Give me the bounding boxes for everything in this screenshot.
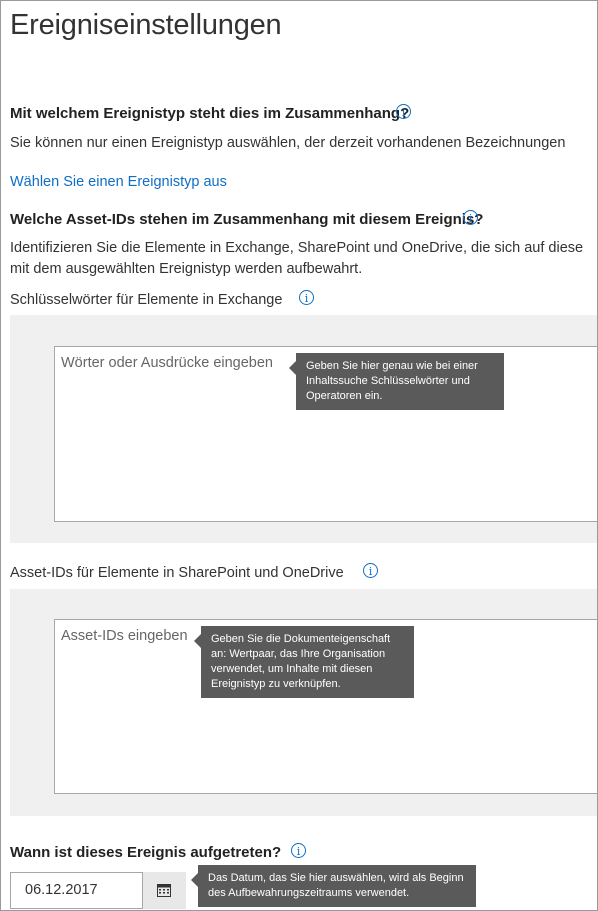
exchange-keywords-label: Schlüsselwörter für Elemente in Exchange <box>10 292 283 308</box>
calendar-button[interactable] <box>143 872 186 909</box>
info-icon[interactable]: i <box>463 210 478 225</box>
info-icon[interactable]: i <box>396 104 411 119</box>
calendar-icon <box>157 884 171 897</box>
event-date-tooltip: Das Datum, das Sie hier auswählen, wird … <box>191 865 476 907</box>
exchange-keywords-placeholder: Wörter oder Ausdrücke eingeben <box>61 355 273 371</box>
info-icon[interactable]: i <box>299 290 314 305</box>
event-date-question: Wann ist dieses Ereignis aufgetreten? <box>10 844 282 861</box>
sharepoint-asset-ids-label: Asset-IDs für Elemente in SharePoint und… <box>10 565 344 581</box>
sharepoint-asset-ids-tooltip: Geben Sie die Dokumenteigenschaft an: We… <box>194 626 414 698</box>
info-icon[interactable]: i <box>363 563 378 578</box>
event-date-input[interactable]: 06.12.2017 <box>10 872 143 909</box>
exchange-keywords-tooltip: Geben Sie hier genau wie bei einer Inhal… <box>289 353 504 410</box>
choose-event-type-link[interactable]: Wählen Sie einen Ereignistyp aus <box>10 174 227 190</box>
event-type-question: Mit welchem Ereignistyp steht dies im Zu… <box>10 105 410 122</box>
event-settings-panel: Ereigniseinstellungen Mit welchem Ereign… <box>0 0 598 911</box>
asset-ids-question: Welche Asset-IDs stehen im Zusammenhang … <box>10 211 484 228</box>
event-date-value: 06.12.2017 <box>25 882 98 898</box>
info-icon[interactable]: i <box>291 843 306 858</box>
sharepoint-asset-ids-panel: Asset-IDs eingeben <box>10 589 597 816</box>
asset-ids-description-line1: Identifizieren Sie die Elemente in Excha… <box>10 240 584 256</box>
sharepoint-asset-ids-placeholder: Asset-IDs eingeben <box>61 628 188 644</box>
event-type-description: Sie können nur einen Ereignistyp auswähl… <box>10 135 566 151</box>
page-title: Ereigniseinstellungen <box>10 9 282 41</box>
exchange-keywords-panel: Wörter oder Ausdrücke eingeben <box>10 315 597 543</box>
asset-ids-description-line2: mit dem ausgewählten Ereignistyp werden … <box>10 261 363 277</box>
